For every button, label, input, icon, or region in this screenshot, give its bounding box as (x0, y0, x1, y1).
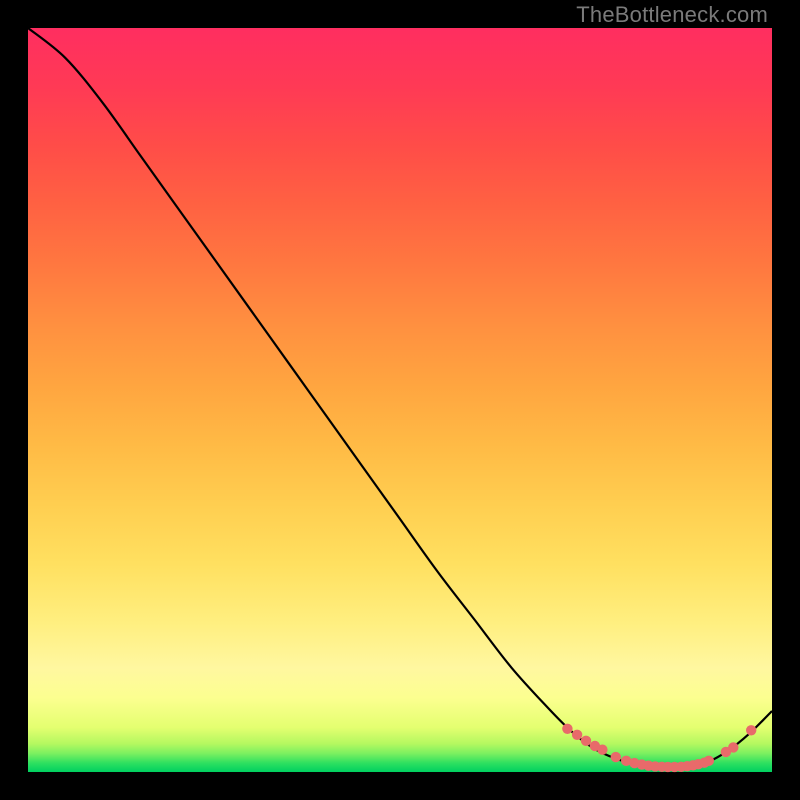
chart-svg (28, 28, 772, 772)
highlight-dot (597, 745, 607, 755)
highlight-dot (581, 736, 591, 746)
highlight-dot (572, 730, 582, 740)
highlight-dot (728, 742, 738, 752)
watermark-text: TheBottleneck.com (576, 2, 768, 28)
highlight-dot (746, 725, 756, 735)
highlight-dot (562, 724, 572, 734)
highlight-dots-group (562, 724, 756, 773)
highlight-dot (704, 756, 714, 766)
bottleneck-curve (28, 28, 772, 767)
highlight-dot (611, 752, 621, 762)
